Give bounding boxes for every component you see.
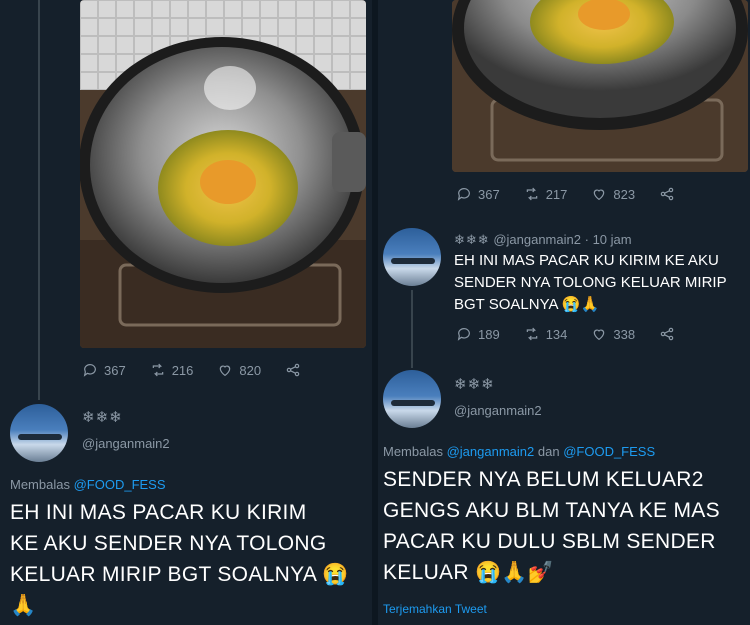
reply-to-link[interactable]: @janganmain2 <box>447 444 535 459</box>
tweet-text: EH INI MAS PACAR KU KIRIM KE AKU SENDER … <box>10 497 370 621</box>
reply-and: dan <box>537 444 560 459</box>
thread-line <box>411 290 413 368</box>
reply-to-link[interactable]: @FOOD_FESS <box>74 477 166 492</box>
reply-count: 189 <box>478 326 500 342</box>
tweet-line: EH INI MAS PACAR KU KIRIM KE AKU <box>454 252 719 269</box>
tweet-line: GENGS AKU BLM TANYA KE MAS <box>383 499 720 522</box>
avatar[interactable] <box>383 228 441 286</box>
left-screenshot: 367 216 820 ❄❄❄ @janganmain2 Membalas @F… <box>0 0 372 625</box>
translate-tweet-link[interactable]: Terjemahkan Tweet <box>383 602 487 616</box>
tweet-line: KELUAR 😭🙏💅 <box>383 561 555 584</box>
tweet-line: SENDER NYA BELUM KELUAR2 <box>383 468 704 491</box>
user-handle[interactable]: @janganmain2 <box>493 232 581 247</box>
share-button[interactable] <box>285 362 307 378</box>
share-icon <box>286 363 300 377</box>
wok-egg-image <box>452 0 748 172</box>
retweet-count: 134 <box>545 326 568 342</box>
share-icon <box>660 187 674 201</box>
retweet-icon <box>526 327 537 341</box>
reply-button[interactable]: 189 <box>456 326 500 342</box>
heart-icon <box>594 329 605 341</box>
reply-icon <box>83 364 96 377</box>
photo-action-bar: 367 217 823 <box>456 186 705 202</box>
user-handle[interactable]: @janganmain2 <box>82 436 170 451</box>
reply-icon <box>457 328 470 341</box>
retweet-button[interactable]: 216 <box>150 362 194 378</box>
wok-egg-photo[interactable] <box>452 0 748 172</box>
share-icon <box>660 327 674 341</box>
like-count: 338 <box>613 326 636 342</box>
separator-dot: · <box>584 232 589 247</box>
reply-to-link[interactable]: @FOOD_FESS <box>563 444 655 459</box>
reply-count: 367 <box>104 362 126 378</box>
thread-line <box>38 0 40 400</box>
like-button[interactable]: 338 <box>591 326 635 342</box>
tweet-time[interactable]: 10 jam <box>593 232 632 247</box>
reply1-action-bar: 189 134 338 <box>456 326 705 342</box>
wok-egg-image <box>80 0 366 348</box>
retweet-icon <box>526 187 537 201</box>
like-button[interactable]: 820 <box>217 362 261 378</box>
reply-icon <box>457 188 470 201</box>
tweet-text: SENDER NYA BELUM KELUAR2 GENGS AKU BLM T… <box>383 464 749 588</box>
share-button[interactable] <box>659 326 681 342</box>
like-count: 823 <box>613 186 636 202</box>
avatar[interactable] <box>10 404 68 462</box>
tweet-line: BGT SOALNYA 😭🙏 <box>454 296 600 313</box>
avatar[interactable] <box>383 370 441 428</box>
heart-icon <box>594 189 605 201</box>
reply1-text: EH INI MAS PACAR KU KIRIM KE AKU SENDER … <box>454 250 746 316</box>
reply-prefix: Membalas <box>383 444 443 459</box>
retweet-count: 217 <box>545 186 568 202</box>
retweet-button[interactable]: 217 <box>524 186 568 202</box>
masked-display-name: ❄❄❄ <box>454 376 495 393</box>
tweet-line: PACAR KU DULU SBLM SENDER <box>383 530 716 553</box>
reply-count: 367 <box>478 186 500 202</box>
retweet-icon <box>152 363 163 377</box>
masked-display-name: ❄❄❄ <box>82 409 123 426</box>
right-screenshot: 367 217 823 ❄❄❄ @janganmain2 · 10 jam EH… <box>378 0 750 625</box>
retweet-button[interactable]: 134 <box>524 326 568 342</box>
photo-action-bar: 367 216 820 <box>82 362 331 378</box>
tweet-line: KE AKU SENDER NYA TOLONG <box>10 532 327 555</box>
like-button[interactable]: 823 <box>591 186 635 202</box>
share-button[interactable] <box>659 186 681 202</box>
reply-context: Membalas @FOOD_FESS <box>10 477 166 492</box>
reply-button[interactable]: 367 <box>82 362 126 378</box>
tweet-line: SENDER NYA TOLONG KELUAR MIRIP <box>454 274 727 291</box>
reply-prefix: Membalas <box>10 477 70 492</box>
user-handle[interactable]: @janganmain2 <box>454 403 542 418</box>
like-count: 820 <box>239 362 262 378</box>
heart-icon <box>220 365 231 377</box>
tweet-line: 🙏 <box>10 594 37 617</box>
reply1-header: ❄❄❄ @janganmain2 · 10 jam <box>454 232 632 248</box>
retweet-count: 216 <box>171 362 194 378</box>
reply-context: Membalas @janganmain2 dan @FOOD_FESS <box>383 444 655 459</box>
masked-display-name: ❄❄❄ <box>454 232 490 247</box>
wok-egg-photo[interactable] <box>80 0 366 348</box>
tweet-line: KELUAR MIRIP BGT SOALNYA 😭 <box>10 563 349 586</box>
reply-button[interactable]: 367 <box>456 186 500 202</box>
tweet-line: EH INI MAS PACAR KU KIRIM <box>10 501 307 524</box>
